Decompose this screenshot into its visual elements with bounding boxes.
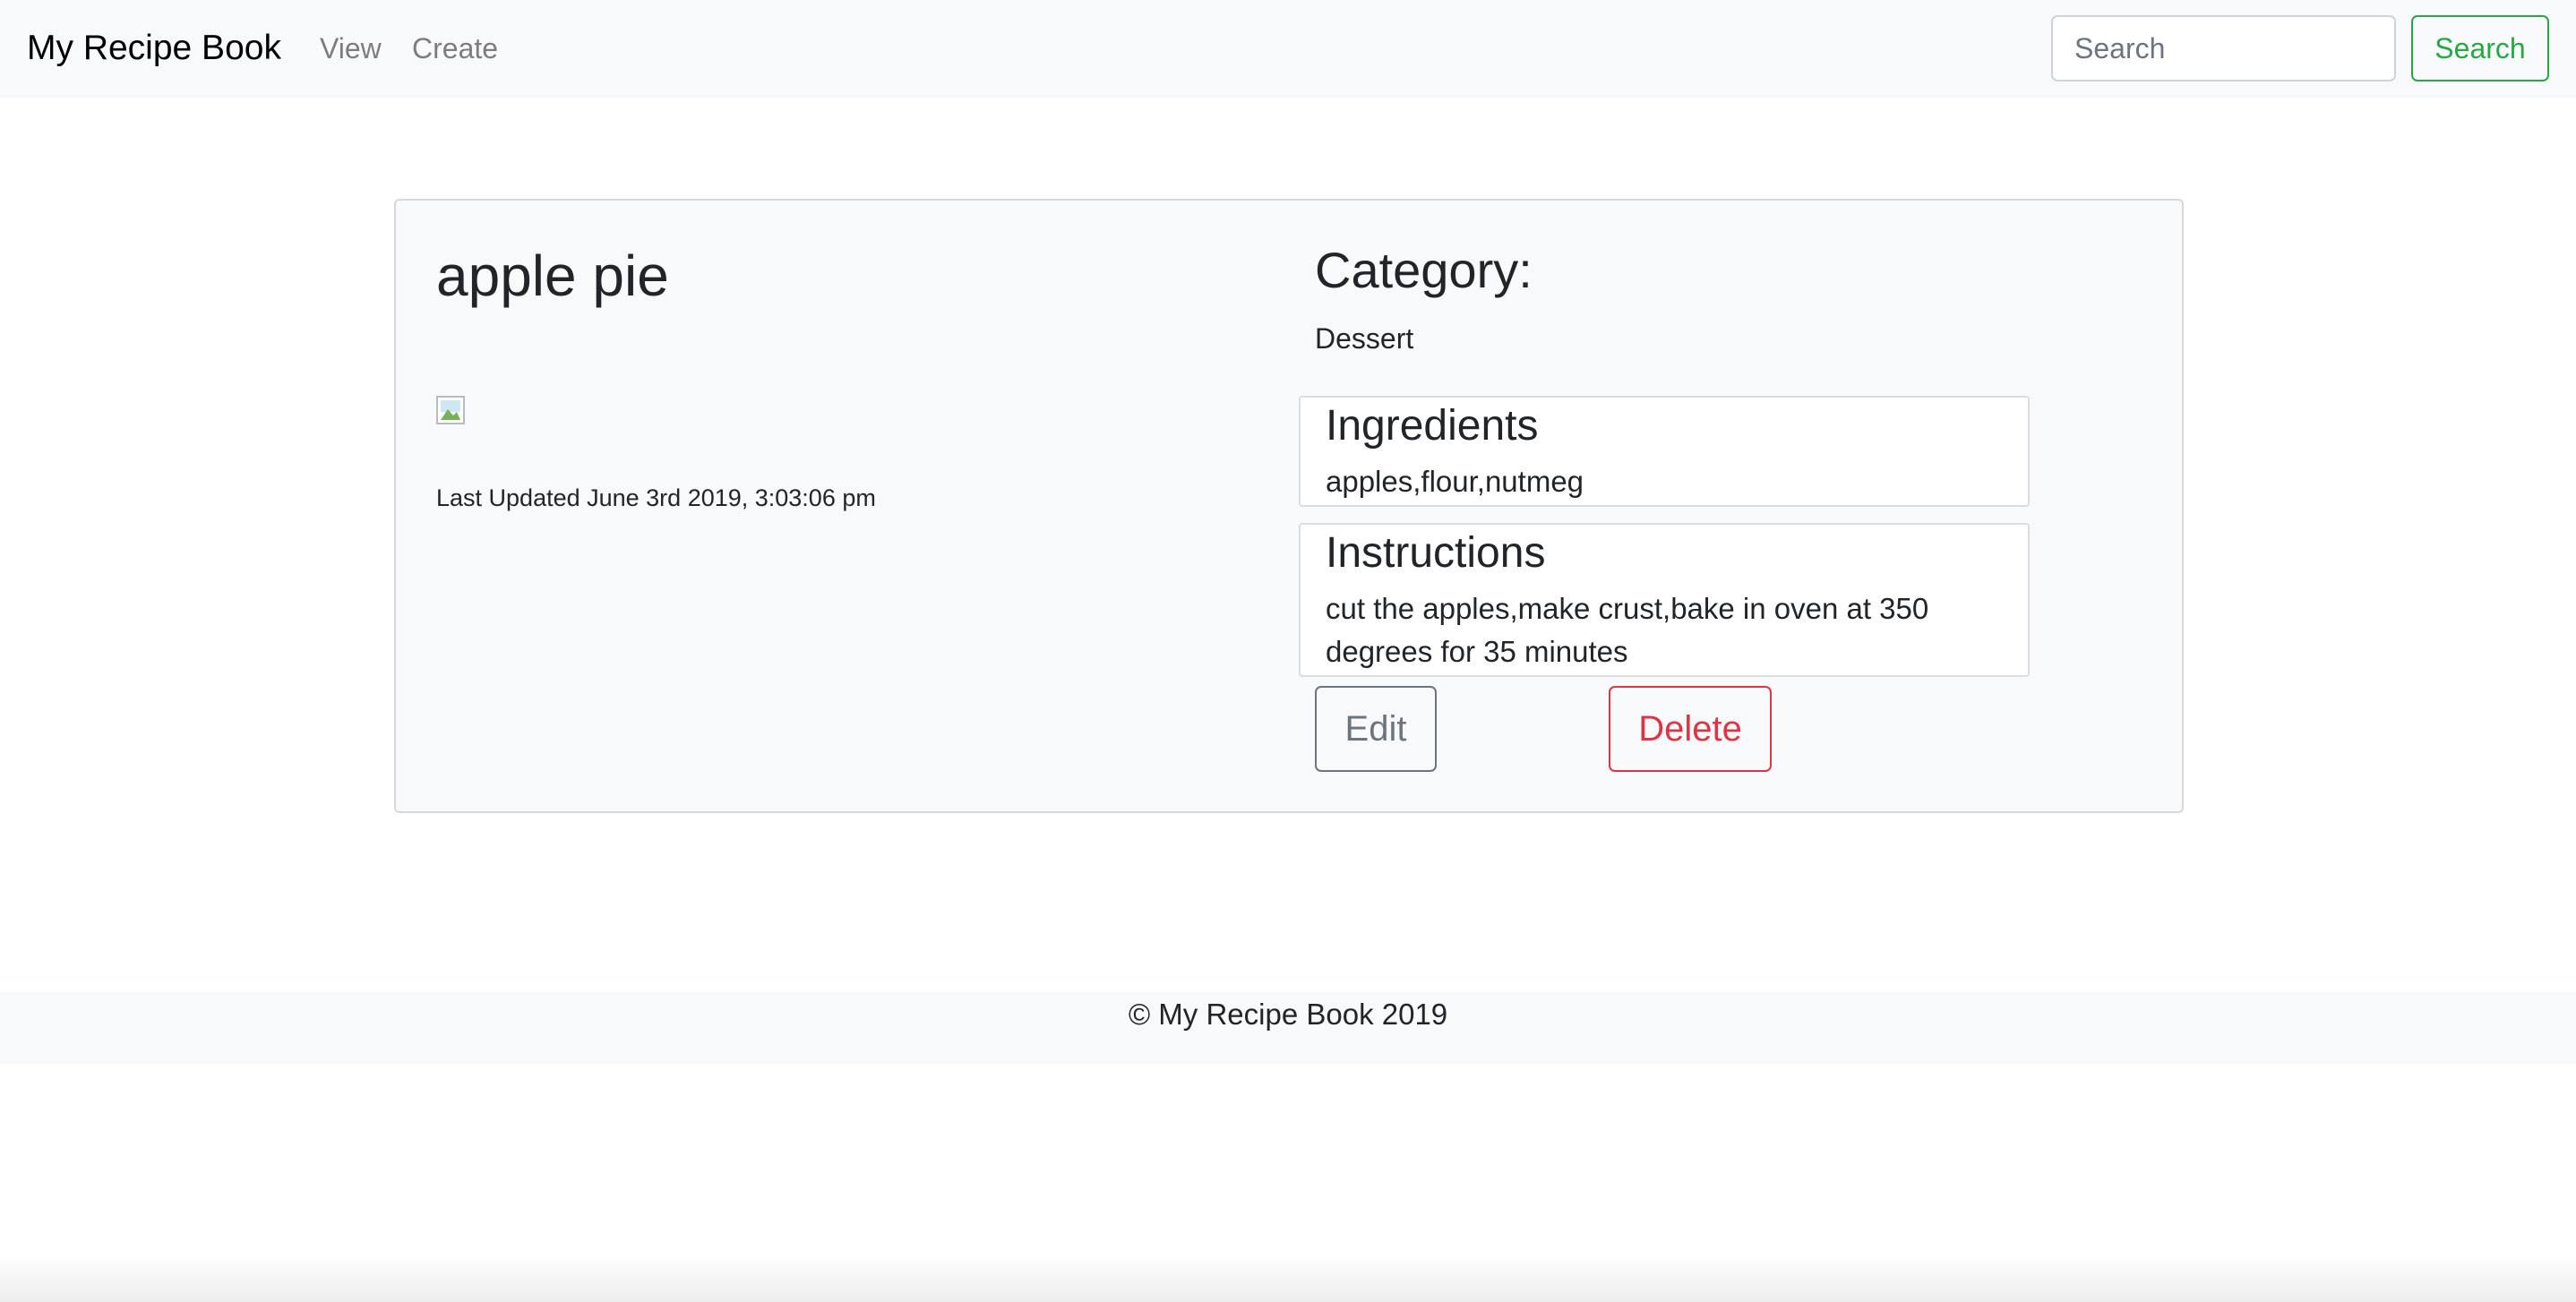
search-button[interactable]: Search: [2411, 15, 2549, 81]
search-input[interactable]: [2051, 15, 2396, 81]
recipe-card: apple pie Last Updated June 3rd 2019, 3:…: [394, 199, 2184, 813]
instructions-panel: Instructions cut the apples,make crust,b…: [1299, 523, 2030, 677]
footer-copyright: © My Recipe Book 2019: [1128, 998, 1448, 1031]
edit-button[interactable]: Edit: [1315, 686, 1437, 772]
category-value: Dessert: [1315, 322, 1414, 355]
ingredients-text: apples,flour,nutmeg: [1326, 465, 1584, 498]
brand-link[interactable]: My Recipe Book: [27, 23, 281, 73]
category-heading: Category:: [1315, 242, 1533, 298]
footer: © My Recipe Book 2019: [0, 992, 2576, 1064]
instructions-text: cut the apples,make crust,bake in oven a…: [1326, 592, 1929, 668]
nav-link-view[interactable]: View: [320, 23, 382, 73]
broken-image-icon: [436, 396, 465, 424]
window-bottom-edge: [0, 1254, 2576, 1302]
ingredients-panel: Ingredients apples,flour,nutmeg: [1299, 396, 2030, 507]
delete-button[interactable]: Delete: [1609, 686, 1772, 772]
recipe-title: apple pie: [436, 244, 669, 308]
navbar: My Recipe Book View Create Search: [0, 0, 2576, 99]
instructions-heading: Instructions: [1326, 529, 1546, 577]
nav-link-create[interactable]: Create: [412, 23, 498, 73]
last-updated-text: Last Updated June 3rd 2019, 3:03:06 pm: [436, 484, 876, 511]
ingredients-heading: Ingredients: [1326, 402, 1539, 450]
